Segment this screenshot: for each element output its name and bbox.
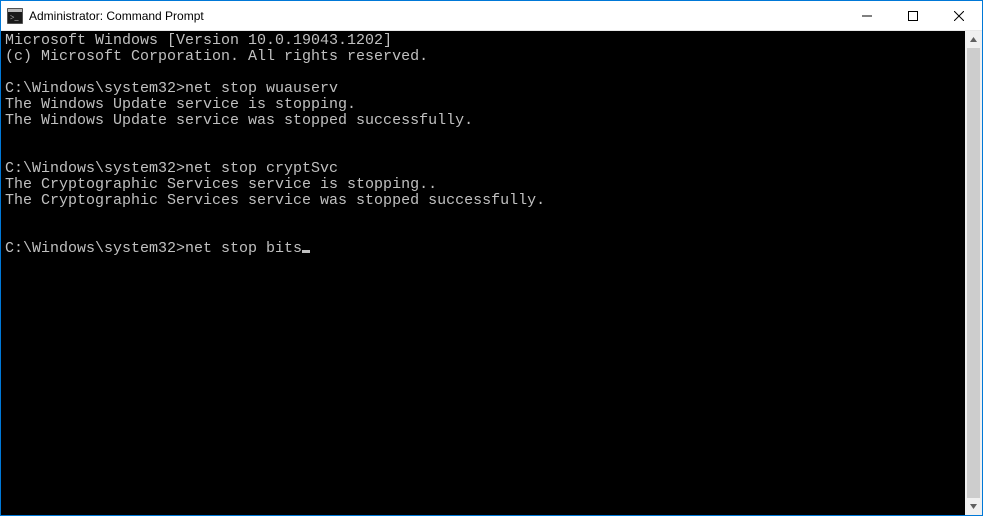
window-controls <box>844 1 982 30</box>
terminal-line <box>5 129 965 145</box>
terminal-line: The Windows Update service is stopping. <box>5 97 965 113</box>
svg-text:>_: >_ <box>10 13 20 22</box>
terminal-cursor <box>302 250 310 253</box>
titlebar[interactable]: >_ Administrator: Command Prompt <box>1 1 982 31</box>
minimize-button[interactable] <box>844 1 890 30</box>
command-prompt-window: >_ Administrator: Command Prompt Microso… <box>1 1 982 515</box>
terminal-line: C:\Windows\system32>net stop cryptSvc <box>5 161 965 177</box>
terminal-line <box>5 65 965 81</box>
terminal-line: The Windows Update service was stopped s… <box>5 113 965 129</box>
scrollbar-track[interactable] <box>965 48 982 498</box>
terminal-area: Microsoft Windows [Version 10.0.19043.12… <box>1 31 982 515</box>
terminal-line <box>5 225 965 241</box>
close-button[interactable] <box>936 1 982 30</box>
terminal-line: The Cryptographic Services service was s… <box>5 193 965 209</box>
terminal-line: Microsoft Windows [Version 10.0.19043.12… <box>5 33 965 49</box>
scroll-down-button[interactable] <box>965 498 982 515</box>
terminal-line: (c) Microsoft Corporation. All rights re… <box>5 49 965 65</box>
vertical-scrollbar[interactable] <box>965 31 982 515</box>
scrollbar-thumb[interactable] <box>967 48 980 498</box>
terminal-line <box>5 209 965 225</box>
terminal-line: The Cryptographic Services service is st… <box>5 177 965 193</box>
terminal-line: C:\Windows\system32>net stop wuauserv <box>5 81 965 97</box>
maximize-button[interactable] <box>890 1 936 30</box>
terminal-line: C:\Windows\system32>net stop bits <box>5 241 965 257</box>
terminal-line <box>5 145 965 161</box>
terminal-output[interactable]: Microsoft Windows [Version 10.0.19043.12… <box>1 31 965 515</box>
cmd-icon: >_ <box>7 8 23 24</box>
window-title: Administrator: Command Prompt <box>29 9 844 23</box>
scroll-up-button[interactable] <box>965 31 982 48</box>
